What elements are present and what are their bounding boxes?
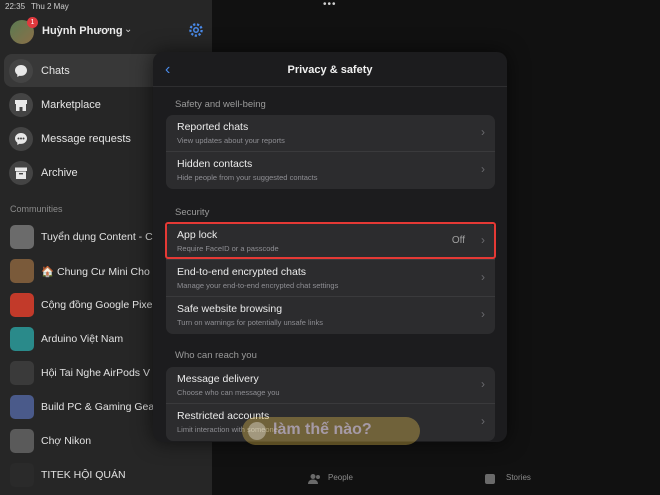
status-date: Thu 2 May <box>31 2 69 11</box>
row-e2ee-chats[interactable]: End-to-end encrypted chats Manage your e… <box>166 260 495 297</box>
row-message-delivery[interactable]: Message delivery Choose who can message … <box>166 367 495 404</box>
community-item[interactable]: TITEK HỘI QUÁN <box>0 458 212 492</box>
row-title: Reported chats <box>177 121 249 133</box>
community-thumbnail <box>10 225 34 249</box>
community-label: TITEK HỘI QUÁN <box>41 469 126 481</box>
group-caption-reach: Who can reach you <box>175 350 257 361</box>
notification-badge: 1 <box>27 17 38 28</box>
chevron-right-icon: › <box>481 414 485 428</box>
profile-name[interactable]: Huỳnh Phương <box>42 25 123 37</box>
row-subtitle: Turn on warnings for potentially unsafe … <box>177 318 324 327</box>
tab-people[interactable]: People <box>328 473 353 482</box>
row-safe-browsing[interactable]: Safe website browsing Turn on warnings f… <box>166 297 495 334</box>
chevron-right-icon: › <box>481 270 485 284</box>
sidebar-item-label: Chats <box>41 65 70 77</box>
community-thumbnail <box>10 327 34 351</box>
modal-title: Privacy & safety <box>287 64 373 76</box>
community-label: Cộng đồng Google Pixe <box>41 299 153 311</box>
gear-icon[interactable] <box>187 21 205 39</box>
row-subtitle: View updates about your reports <box>177 136 285 145</box>
message-request-icon <box>9 127 33 151</box>
chevron-right-icon: › <box>481 307 485 321</box>
settings-card-safety: Reported chats View updates about your r… <box>166 115 495 189</box>
community-label: Arduino Việt Nam <box>41 333 124 345</box>
row-subtitle: Manage your end-to-end encrypted chat se… <box>177 281 339 290</box>
group-caption-security: Security <box>175 207 210 218</box>
profile-header[interactable]: 1 Huỳnh Phương ⌄ <box>9 17 209 44</box>
community-thumbnail <box>10 361 34 385</box>
status-time: 22:35 <box>5 2 26 11</box>
multitasking-dots-icon[interactable]: ••• <box>323 0 337 10</box>
tab-people-icon[interactable] <box>308 473 322 487</box>
row-title: Hidden contacts <box>177 158 253 170</box>
screen: 1 Huỳnh Phương ⌄ Chats Marketplace Messa… <box>0 0 660 495</box>
community-label: Chợ Nikon <box>41 435 92 447</box>
chevron-right-icon: › <box>481 162 485 176</box>
watermark-logo-icon <box>248 422 266 440</box>
tab-stories[interactable]: Stories <box>506 473 531 482</box>
row-title: Safe website browsing <box>177 303 283 315</box>
group-caption-safety: Safety and well-being <box>175 99 266 110</box>
sidebar-item-label: Archive <box>41 167 78 179</box>
community-label: 🏠 Chung Cư Mini Cho <box>41 266 150 278</box>
community-thumbnail <box>10 395 34 419</box>
community-thumbnail <box>10 429 34 453</box>
chevron-right-icon: › <box>481 125 485 139</box>
store-icon <box>9 93 33 117</box>
row-title: Message delivery <box>177 373 259 385</box>
sidebar-item-label: Marketplace <box>41 99 101 111</box>
chevron-right-icon: › <box>481 377 485 391</box>
community-thumbnail <box>10 463 34 487</box>
sidebar-item-label: Message requests <box>41 133 131 145</box>
row-hidden-contacts[interactable]: Hidden contacts Hide people from your su… <box>166 152 495 189</box>
app-lock-highlight-box <box>165 222 496 259</box>
row-subtitle: Hide people from your suggested contacts <box>177 173 318 182</box>
header-divider <box>153 86 507 87</box>
bottom-tab-bar: People Stories <box>212 466 660 495</box>
chevron-down-icon[interactable]: ⌄ <box>124 24 132 35</box>
archive-box-icon <box>9 161 33 185</box>
tab-stories-icon[interactable] <box>484 473 496 487</box>
row-reported-chats[interactable]: Reported chats View updates about your r… <box>166 115 495 152</box>
chat-bubble-icon <box>9 59 33 83</box>
row-title: End-to-end encrypted chats <box>177 266 306 278</box>
row-subtitle: Choose who can message you <box>177 388 280 397</box>
status-bar: 22:35 Thu 2 May ••• <box>0 0 660 14</box>
community-label: Tuyển dụng Content - C <box>41 231 153 243</box>
watermark-text: làm thế nào? <box>273 421 372 438</box>
watermark: làm thế nào? <box>242 417 420 445</box>
communities-caption: Communities <box>10 204 63 214</box>
community-thumbnail <box>10 259 34 283</box>
community-label: Build PC & Gaming Gea <box>41 401 153 413</box>
community-label: Hội Tai Nghe AirPods V <box>41 367 150 379</box>
community-thumbnail <box>10 293 34 317</box>
